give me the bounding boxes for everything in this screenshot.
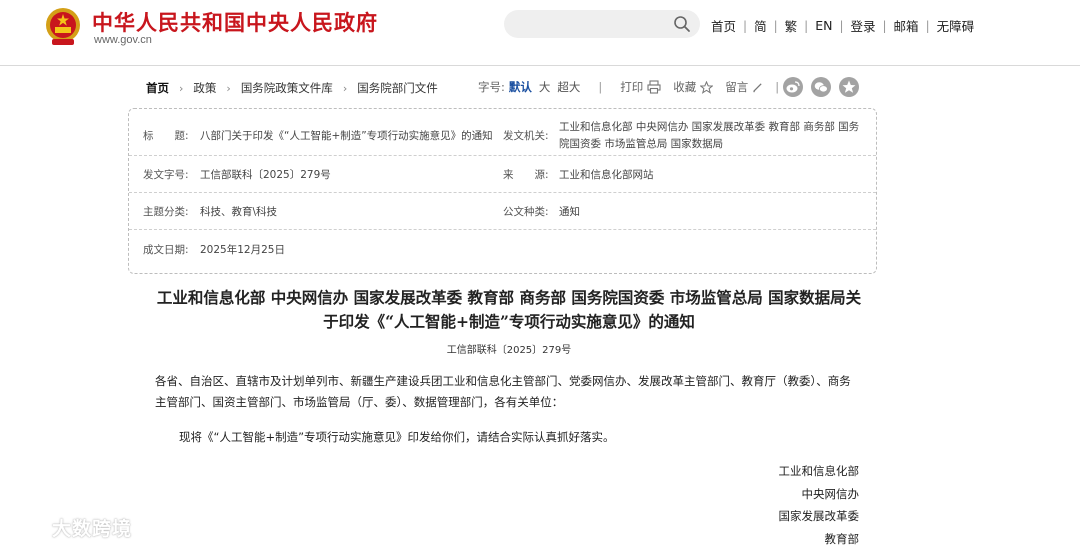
print-label[interactable]: 打印 — [620, 79, 643, 95]
meta-doc-no-key: 发文字号: — [143, 169, 189, 181]
tools-divider: | — [598, 80, 603, 94]
document-metadata: 标 题: 八部门关于印发《“人工智能+制造”专项行动实施意见》的通知 发文机关:… — [128, 108, 877, 274]
favorite-label[interactable]: 收藏 — [673, 79, 696, 95]
signer-item: 工业和信息化部 — [778, 464, 860, 478]
breadcrumb-department-docs[interactable]: 国务院部门文件 — [357, 80, 438, 96]
breadcrumb-home[interactable]: 首页 — [146, 80, 169, 96]
meta-row: 发文字号: 工信部联科〔2025〕279号 来 源: 工业和信息化部网站 — [129, 156, 876, 193]
font-size-large[interactable]: 大 — [539, 79, 551, 95]
signer-item: 中央网信办 — [801, 487, 860, 501]
watermark-logo-icon — [9, 519, 46, 536]
nav-traditional[interactable]: 繁 — [785, 16, 798, 35]
meta-doc-type-key: 公文种类: — [503, 206, 549, 218]
watermark-text: 大数跨境 — [52, 518, 133, 540]
meta-source-key: 来 源: — [503, 169, 549, 181]
meta-doc-type-value: 通知 — [559, 206, 580, 218]
font-size-default[interactable]: 默认 — [509, 79, 532, 95]
meta-issuer-value: 工业和信息化部 中央网信办 国家发展改革委 教育部 商务部 国务院国资委 市场监… — [559, 121, 860, 150]
weibo-icon[interactable] — [783, 77, 803, 97]
nav-divider: | — [839, 18, 844, 33]
search-icon[interactable] — [673, 15, 691, 33]
meta-row: 成文日期: 2025年12月25日 — [129, 230, 876, 274]
chevron-right-icon: › — [342, 81, 348, 95]
nav-simplified[interactable]: 简 — [754, 16, 767, 35]
site-domain: www.gov.cn — [94, 34, 152, 46]
document-addressees: 各省、自治区、直辖市及计划单列市、新疆生产建设兵团工业和信息化主管部门、党委网信… — [155, 374, 851, 409]
nav-divider: | — [743, 18, 748, 33]
chevron-right-icon: › — [179, 81, 184, 95]
nav-divider: | — [804, 18, 809, 33]
breadcrumb: 首页 › 政策 › 国务院政策文件库 › 国务院部门文件 — [146, 80, 438, 96]
watermark: 大数跨境 — [8, 514, 132, 541]
meta-issuer-key: 发文机关: — [503, 130, 549, 142]
meta-title-key: 标 题: — [143, 130, 189, 142]
site-header: 中华人民共和国中央人民政府 www.gov.cn 首页 | 简 | 繁 | EN… — [0, 0, 1080, 66]
search-box[interactable] — [504, 10, 700, 38]
breadcrumb-policy-library[interactable]: 国务院政策文件库 — [241, 80, 333, 96]
chevron-right-icon: › — [226, 81, 231, 95]
nav-login[interactable]: 登录 — [850, 16, 875, 35]
search-input[interactable] — [518, 15, 668, 33]
font-size-xlarge[interactable]: 超大 — [557, 79, 580, 95]
meta-topic-value: 科技、教育\科技 — [200, 206, 278, 218]
meta-date-value: 2025年12月25日 — [200, 244, 285, 256]
nav-mailbox[interactable]: 邮箱 — [894, 16, 919, 35]
pencil-icon[interactable] — [752, 82, 763, 93]
national-emblem-icon[interactable] — [44, 6, 82, 48]
nav-divider: | — [882, 18, 887, 33]
nav-divider: | — [773, 18, 778, 33]
meta-row: 标 题: 八部门关于印发《“人工智能+制造”专项行动实施意见》的通知 发文机关:… — [129, 109, 876, 156]
share-icons — [783, 77, 867, 97]
font-size-label: 字号: — [478, 80, 505, 94]
meta-date-key: 成文日期: — [143, 244, 189, 256]
document-body-paragraph: 现将《“人工智能+制造”专项行动实施意见》印发给你们，请结合实际认真抓好落实。 — [179, 430, 615, 444]
nav-accessibility[interactable]: 无障碍 — [937, 16, 975, 35]
top-nav: 首页 | 简 | 繁 | EN | 登录 | 邮箱 | 无障碍 — [711, 16, 974, 35]
site-name[interactable]: 中华人民共和国中央人民政府 — [92, 7, 378, 37]
nav-divider: | — [925, 18, 930, 33]
wechat-icon[interactable] — [811, 77, 831, 97]
meta-title-value: 八部门关于印发《“人工智能+制造”专项行动实施意见》的通知 — [200, 130, 493, 142]
tools-divider: | — [775, 80, 780, 94]
signer-item: 教育部 — [824, 532, 860, 546]
signer-item: 国家发展改革委 — [778, 509, 860, 523]
meta-topic-key: 主题分类: — [143, 206, 189, 218]
print-icon[interactable] — [647, 80, 661, 94]
more-share-icon[interactable] — [839, 77, 859, 97]
nav-home[interactable]: 首页 — [711, 16, 736, 35]
document-number: 工信部联科〔2025〕279号 — [446, 345, 572, 356]
breadcrumb-policy[interactable]: 政策 — [193, 80, 216, 96]
document-title: 工业和信息化部 中央网信办 国家发展改革委 教育部 商务部 国务院国资委 市场监… — [156, 288, 862, 331]
nav-english[interactable]: EN — [815, 18, 832, 33]
page-tools: 字号: 默认 大 超大 | 打印 收藏 留言 | — [478, 79, 779, 95]
comment-label[interactable]: 留言 — [725, 79, 748, 95]
meta-doc-no-value: 工信部联科〔2025〕279号 — [200, 169, 331, 181]
meta-source-value: 工业和信息化部网站 — [559, 169, 654, 181]
star-icon[interactable] — [700, 80, 714, 94]
meta-row: 主题分类: 科技、教育\科技 公文种类: 通知 — [129, 193, 876, 230]
